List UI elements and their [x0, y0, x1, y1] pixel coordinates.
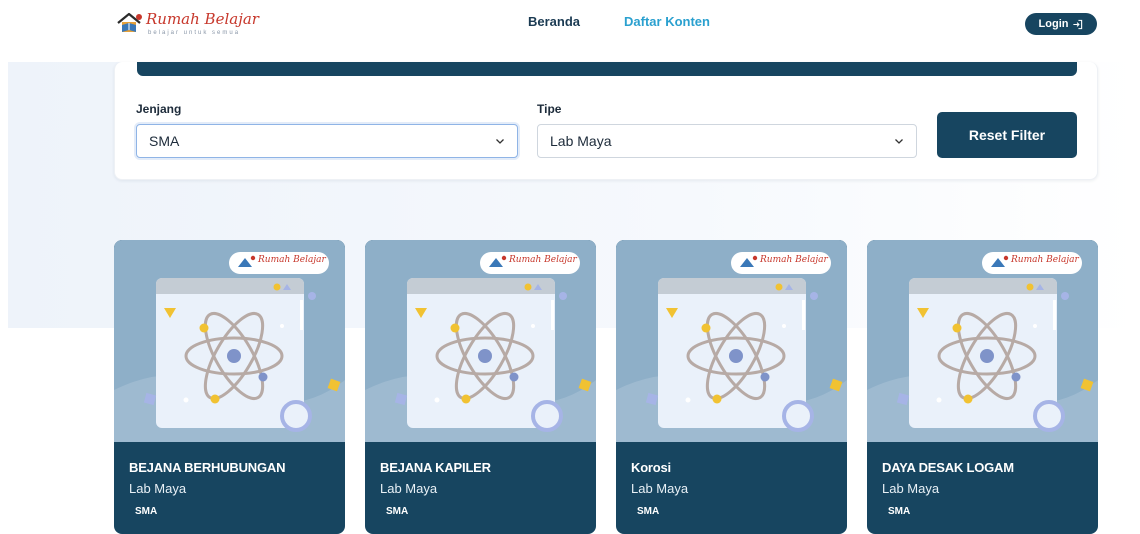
- atom-illustration: [616, 252, 847, 442]
- jenjang-label: Jenjang: [136, 102, 182, 116]
- card-title: BEJANA BERHUBUNGAN: [129, 460, 286, 475]
- level-badge: SMA: [380, 504, 415, 519]
- card-body: BEJANA KAPILER Lab Maya SMA: [365, 442, 596, 519]
- card-type: Lab Maya: [129, 481, 187, 496]
- jenjang-value: SMA: [149, 133, 180, 149]
- card-thumbnail: Rumah Belajar: [365, 240, 596, 442]
- reset-filter-button[interactable]: Reset Filter: [937, 112, 1077, 158]
- card-body: DAYA DESAK LOGAM Lab Maya SMA: [867, 442, 1098, 519]
- nav-daftar-konten[interactable]: Daftar Konten: [624, 14, 710, 29]
- thumbnail-logo: Rumah Belajar: [760, 255, 828, 265]
- level-badge: SMA: [882, 504, 917, 519]
- atom-illustration: [867, 252, 1098, 442]
- nav-links: Beranda Daftar Konten: [528, 14, 710, 29]
- brand-logo[interactable]: Rumah Belajar belajar untuk semua: [116, 9, 259, 41]
- card-type: Lab Maya: [380, 481, 438, 496]
- tipe-select[interactable]: Lab Maya: [537, 124, 917, 158]
- card-type: Lab Maya: [882, 481, 940, 496]
- content-card[interactable]: Rumah Belajar BEJANA BERHUBUNGAN Lab May…: [114, 240, 345, 534]
- card-thumbnail: Rumah Belajar: [114, 240, 345, 442]
- filter-panel-header-bar: [137, 62, 1077, 76]
- thumbnail-logo: Rumah Belajar: [509, 255, 577, 265]
- chevron-down-icon: [895, 139, 903, 144]
- jenjang-select[interactable]: SMA: [136, 124, 518, 158]
- content-card-list: Rumah Belajar BEJANA BERHUBUNGAN Lab May…: [114, 240, 1098, 534]
- level-badge: SMA: [129, 504, 164, 519]
- brand-title: Rumah Belajar: [146, 10, 259, 28]
- card-title: DAYA DESAK LOGAM: [882, 460, 1014, 475]
- login-label: Login: [1038, 18, 1069, 30]
- chevron-down-icon: [496, 139, 504, 144]
- content-card[interactable]: Rumah Belajar BEJANA KAPILER Lab Maya SM…: [365, 240, 596, 534]
- content-card[interactable]: Rumah Belajar DAYA DESAK LOGAM Lab Maya …: [867, 240, 1098, 534]
- card-title: Korosi: [631, 460, 671, 475]
- filter-panel: Jenjang SMA Tipe Lab Maya Reset Filter: [114, 62, 1098, 180]
- card-type: Lab Maya: [631, 481, 689, 496]
- thumbnail-logo: Rumah Belajar: [1011, 255, 1079, 265]
- card-body: BEJANA BERHUBUNGAN Lab Maya SMA: [114, 442, 345, 519]
- login-button[interactable]: Login: [1025, 13, 1097, 35]
- nav-beranda[interactable]: Beranda: [528, 14, 580, 29]
- card-thumbnail: Rumah Belajar: [616, 240, 847, 442]
- house-book-logo-icon: [117, 12, 142, 32]
- content-card[interactable]: Rumah Belajar Korosi Lab Maya SMA: [616, 240, 847, 534]
- tipe-value: Lab Maya: [550, 133, 612, 149]
- level-badge: SMA: [631, 504, 666, 519]
- atom-illustration: [114, 252, 345, 442]
- thumbnail-logo: Rumah Belajar: [258, 255, 326, 265]
- brand-tagline: belajar untuk semua: [148, 30, 241, 36]
- card-title: BEJANA KAPILER: [380, 460, 491, 475]
- atom-illustration: [365, 252, 596, 442]
- tipe-label: Tipe: [537, 102, 562, 116]
- card-thumbnail: Rumah Belajar: [867, 240, 1098, 442]
- navbar: Rumah Belajar belajar untuk semua Berand…: [0, 0, 1140, 48]
- login-arrow-icon: [1073, 19, 1083, 29]
- card-body: Korosi Lab Maya SMA: [616, 442, 847, 519]
